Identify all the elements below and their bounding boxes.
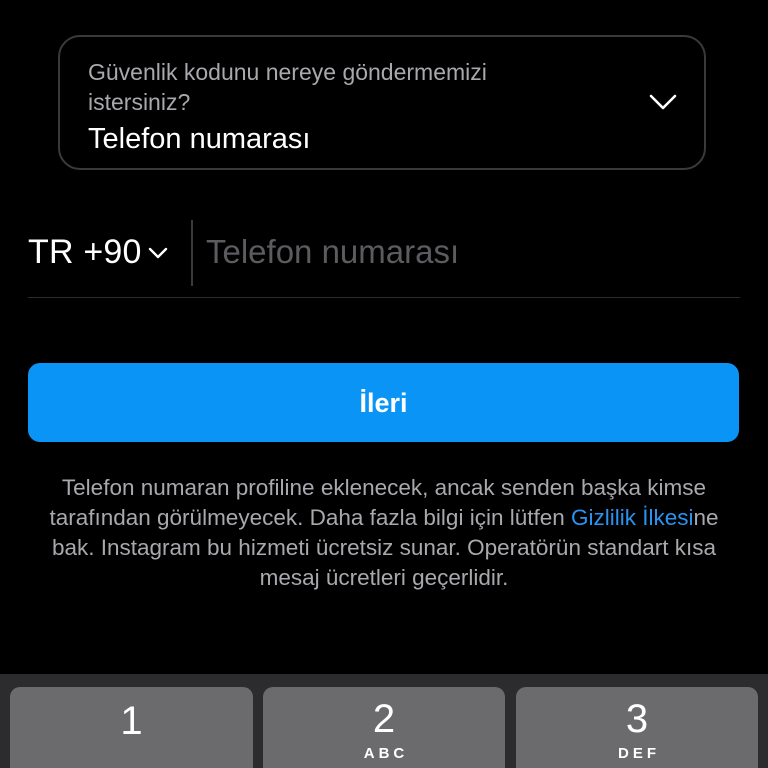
delivery-method-value: Telefon numarası [88, 123, 311, 155]
key-digit: 2 [372, 697, 396, 741]
privacy-info-text: Telefon numaran profiline eklenecek, anc… [30, 473, 738, 593]
delivery-method-question: Güvenlik kodunu nereye göndermemizi iste… [88, 59, 487, 115]
privacy-policy-link[interactable]: Gizlilik İlkesi [571, 505, 694, 530]
next-button[interactable]: İleri [28, 363, 739, 442]
key-letters: DEF [618, 745, 660, 762]
key-digit: 3 [625, 697, 649, 741]
phone-field-divider [191, 220, 193, 286]
keyboard-key-1[interactable]: 1 [10, 687, 253, 768]
keyboard-key-2[interactable]: 2 ABC [263, 687, 505, 768]
key-letters: ABC [363, 745, 409, 762]
key-digit: 1 [120, 699, 143, 743]
chevron-down-icon [148, 247, 167, 259]
keyboard-key-3[interactable]: 3 DEF [516, 687, 758, 768]
country-code-selector[interactable]: TR +90 [28, 228, 168, 276]
delivery-method-dropdown[interactable]: Güvenlik kodunu nereye göndermemizi iste… [58, 35, 706, 170]
phone-number-row: TR +90 [28, 210, 740, 298]
country-code-label: TR +90 [28, 232, 142, 271]
numeric-keyboard: 1 2 ABC 3 DEF [0, 674, 768, 768]
chevron-down-icon [649, 94, 677, 110]
phone-number-input[interactable] [206, 226, 726, 278]
security-code-page: Güvenlik kodunu nereye göndermemizi iste… [0, 0, 768, 768]
